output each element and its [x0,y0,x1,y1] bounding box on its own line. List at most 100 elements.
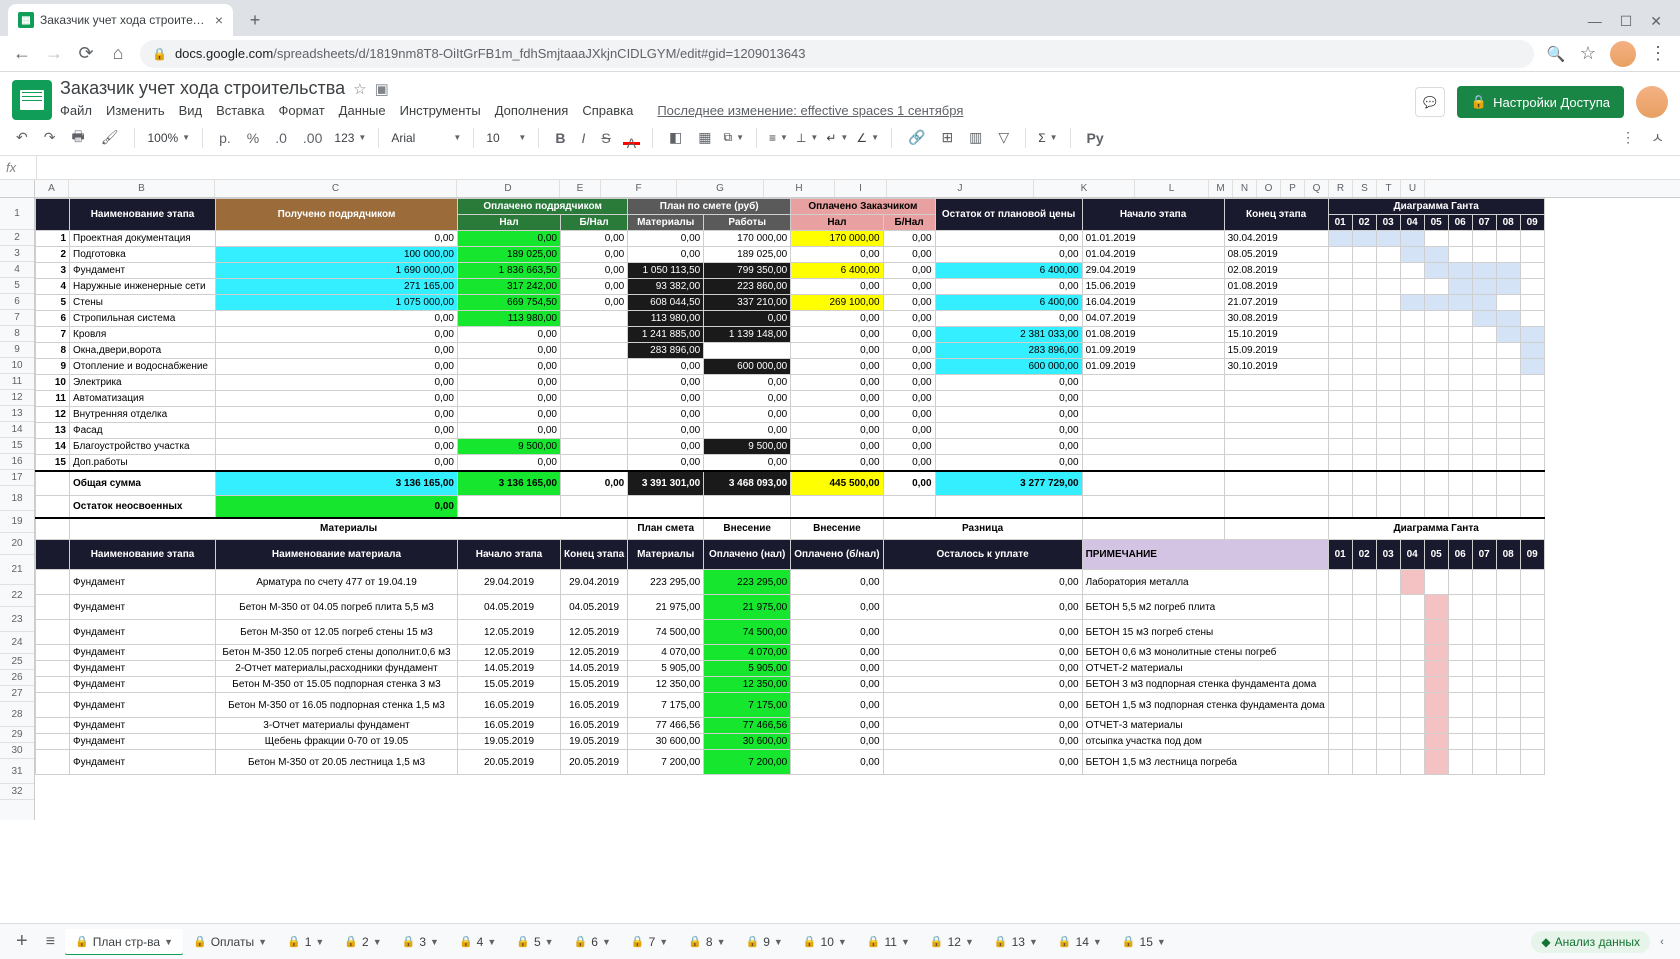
document-title[interactable]: Заказчик учет хода строительства [60,78,345,99]
sheet-tab-5[interactable]: 🔒5▼ [506,929,563,955]
print-icon[interactable]: 🖶 [67,122,88,154]
paint-format-icon[interactable]: 🖌 [97,125,123,150]
functions-icon[interactable]: Σ▼ [1038,131,1057,145]
menu-справка[interactable]: Справка [582,103,633,118]
doc-star-icon[interactable]: ☆ [353,80,366,98]
row-header-6[interactable]: 6 [0,294,34,310]
sheet-tab-1[interactable]: 🔒1▼ [277,929,334,955]
row-header-2[interactable]: 2 [0,230,34,246]
valign-icon[interactable]: ⊥▼ [796,131,818,145]
menu-формат[interactable]: Формат [278,103,324,118]
col-header-M[interactable]: M [1209,180,1233,197]
row-header-17[interactable]: 17 [0,470,34,486]
sheet-tab-11[interactable]: 🔒11▼ [857,929,920,955]
font-select[interactable]: Arial▼ [391,131,461,145]
percent-icon[interactable]: % [243,126,263,150]
col-header-H[interactable]: H [764,180,835,197]
halign-icon[interactable]: ≡▼ [769,131,788,145]
row-header-18[interactable]: 18 [0,486,34,511]
chevron-down-icon[interactable]: ▼ [774,937,783,947]
italic-icon[interactable]: I [577,126,589,150]
font-size-select[interactable]: 10▼ [486,131,526,145]
nav-home-icon[interactable]: ⌂ [108,43,128,64]
strikethrough-icon[interactable]: S [597,126,614,150]
chevron-down-icon[interactable]: ▼ [373,937,382,947]
browser-tab[interactable]: ▦ Заказчик учет хода строительст × [8,4,233,36]
search-icon[interactable]: 🔍 [1546,45,1566,63]
row-header-16[interactable]: 16 [0,454,34,470]
row-header-10[interactable]: 10 [0,358,34,374]
row-header-12[interactable]: 12 [0,390,34,406]
script-icon[interactable]: Рy [1083,126,1108,150]
row-header-7[interactable]: 7 [0,310,34,326]
chevron-down-icon[interactable]: ▼ [315,937,324,947]
sheet-tab-13[interactable]: 🔒13▼ [984,929,1048,955]
sheet-tab-3[interactable]: 🔒3▼ [392,929,449,955]
col-header-J[interactable]: J [887,180,1034,197]
add-sheet-button[interactable]: + [8,930,36,953]
row-header-24[interactable]: 24 [0,632,34,654]
row-header-28[interactable]: 28 [0,702,34,727]
comments-button[interactable]: 💬 [1415,87,1445,117]
chevron-down-icon[interactable]: ▼ [1093,937,1102,947]
increase-decimal-icon[interactable]: .00 [299,126,326,150]
row-header-20[interactable]: 20 [0,533,34,555]
row-header-26[interactable]: 26 [0,670,34,686]
row-header-13[interactable]: 13 [0,406,34,422]
chevron-down-icon[interactable]: ▼ [965,937,974,947]
row-header-15[interactable]: 15 [0,438,34,454]
chevron-down-icon[interactable]: ▼ [901,937,910,947]
row-header-9[interactable]: 9 [0,342,34,358]
row-header-27[interactable]: 27 [0,686,34,702]
sheet-tab-7[interactable]: 🔒7▼ [621,929,678,955]
row-header-21[interactable]: 21 [0,555,34,585]
chevron-down-icon[interactable]: ▼ [164,937,173,947]
all-sheets-button[interactable]: ≡ [38,933,63,951]
chevron-down-icon[interactable]: ▼ [1029,937,1038,947]
row-header-23[interactable]: 23 [0,607,34,632]
tab-close-icon[interactable]: × [215,12,223,28]
col-header-U[interactable]: U [1401,180,1425,197]
text-color-icon[interactable]: A [623,131,640,145]
chevron-down-icon[interactable]: ▼ [1157,937,1166,947]
comment-icon[interactable]: ⊞ [937,125,957,150]
col-header-C[interactable]: C [215,180,457,197]
row-header-19[interactable]: 19 [0,511,34,533]
window-minimize-icon[interactable]: — [1588,13,1602,30]
menu-файл[interactable]: Файл [60,103,92,118]
row-header-29[interactable]: 29 [0,727,34,743]
col-header-T[interactable]: T [1377,180,1401,197]
last-edit-link[interactable]: Последнее изменение: effective spaces 1 … [657,103,963,118]
col-header-S[interactable]: S [1353,180,1377,197]
profile-avatar[interactable] [1610,41,1636,67]
sheet-tab-6[interactable]: 🔒6▼ [564,929,621,955]
sheet-tab-План стр-ва[interactable]: 🔒План стр-ва▼ [65,929,183,955]
sheet-tab-8[interactable]: 🔒8▼ [678,929,735,955]
menu-дополнения[interactable]: Дополнения [495,103,569,118]
row-header-14[interactable]: 14 [0,422,34,438]
nav-back-icon[interactable]: ← [12,43,32,64]
merge-icon[interactable]: ⧉▼ [724,130,745,145]
menu-данные[interactable]: Данные [339,103,386,118]
decrease-decimal-icon[interactable]: .0 [271,126,291,150]
chevron-down-icon[interactable]: ▼ [545,937,554,947]
collapse-icon[interactable]: ㅅ [1647,124,1668,152]
menu-вид[interactable]: Вид [179,103,203,118]
sheet-tab-15[interactable]: 🔒15▼ [1112,929,1176,955]
browser-menu-icon[interactable]: ⋮ [1648,43,1668,64]
chevron-down-icon[interactable]: ▼ [602,937,611,947]
row-header-5[interactable]: 5 [0,278,34,294]
col-header-E[interactable]: E [560,180,601,197]
row-header-30[interactable]: 30 [0,743,34,759]
sheet-tab-14[interactable]: 🔒14▼ [1048,929,1112,955]
col-header-R[interactable]: R [1329,180,1353,197]
redo-icon[interactable]: ↷ [40,125,60,150]
col-header-I[interactable]: I [835,180,887,197]
sheet-tab-9[interactable]: 🔒9▼ [736,929,793,955]
borders-icon[interactable]: ▦ [694,125,715,150]
row-header-8[interactable]: 8 [0,326,34,342]
sheet-tab-12[interactable]: 🔒12▼ [920,929,984,955]
col-header-D[interactable]: D [457,180,560,197]
chevron-down-icon[interactable]: ▼ [258,937,267,947]
col-header-K[interactable]: K [1034,180,1135,197]
